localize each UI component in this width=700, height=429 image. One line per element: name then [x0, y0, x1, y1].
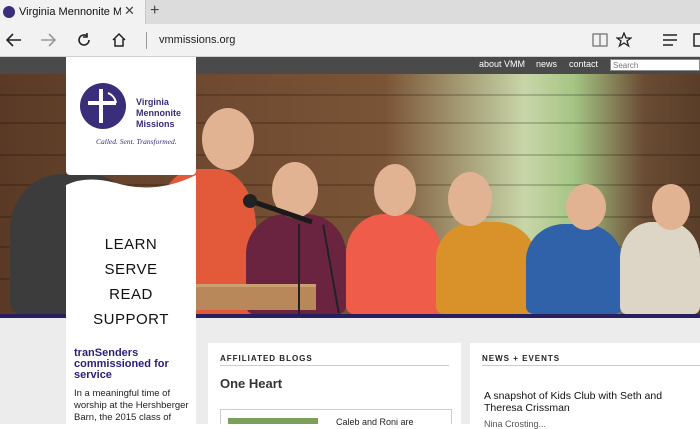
favorite-star-icon[interactable] — [613, 29, 635, 51]
refresh-icon[interactable] — [73, 29, 95, 51]
tab-title: Virginia Mennonite Missi — [19, 6, 121, 18]
site-search-input[interactable] — [610, 59, 700, 71]
tab-bar: Virginia Mennonite Missi ✕ + — [0, 0, 700, 24]
browser-tab[interactable]: Virginia Mennonite Missi ✕ — [0, 0, 146, 24]
microphone-icon — [243, 194, 313, 225]
logo-tagline: Called. Sent. Transformed. — [96, 137, 177, 146]
back-icon[interactable] — [3, 29, 25, 51]
address-separator — [146, 32, 147, 49]
logo-wordmark: Virginia Mennonite Missions — [136, 97, 181, 129]
blog-title[interactable]: One Heart — [220, 376, 282, 391]
events-rule — [482, 365, 700, 366]
blog-thumbnail[interactable] — [228, 418, 318, 424]
main-nav: LEARN SERVE READ SUPPORT tranSenders com… — [66, 212, 196, 424]
notes-icon[interactable] — [688, 29, 700, 51]
blog-snippet: Caleb and Roni are — [336, 417, 414, 427]
forward-icon[interactable] — [37, 29, 59, 51]
event-title[interactable]: A snapshot of Kids Club with Seth and Th… — [484, 390, 698, 414]
browser-toolbar: vmmissions.org — [0, 24, 700, 57]
nav-support[interactable]: SUPPORT — [66, 311, 196, 328]
site-logo[interactable]: Virginia Mennonite Missions Called. Sent… — [66, 57, 196, 175]
featured-news-title[interactable]: tranSenders commissioned for service — [74, 348, 192, 381]
close-tab-icon[interactable]: ✕ — [124, 4, 135, 18]
nav-read[interactable]: READ — [66, 286, 196, 303]
nav-serve[interactable]: SERVE — [66, 261, 196, 278]
address-bar[interactable]: vmmissions.org — [159, 34, 235, 46]
event-snippet: Nina Crosting... — [484, 419, 547, 429]
blogs-rule — [220, 365, 449, 366]
nav-learn[interactable]: LEARN — [66, 236, 196, 253]
vmm-logo-icon — [80, 83, 126, 129]
reading-view-icon[interactable] — [589, 29, 611, 51]
hub-menu-icon[interactable] — [659, 29, 681, 51]
new-tab-button[interactable]: + — [150, 2, 159, 20]
events-heading: NEWS + EVENTS — [482, 354, 561, 363]
news-link[interactable]: news — [536, 59, 557, 69]
home-icon[interactable] — [108, 29, 130, 51]
featured-news-body: In a meaningful time of worship at the H… — [74, 388, 189, 423]
affiliated-blogs-card: AFFILIATED BLOGS One Heart Caleb and Ron… — [208, 343, 461, 427]
about-link[interactable]: about VMM — [479, 59, 525, 69]
blogs-heading: AFFILIATED BLOGS — [220, 354, 313, 363]
news-events-card: NEWS + EVENTS A snapshot of Kids Club wi… — [470, 343, 700, 429]
site-favicon-icon — [3, 6, 15, 18]
contact-link[interactable]: contact — [569, 59, 598, 69]
